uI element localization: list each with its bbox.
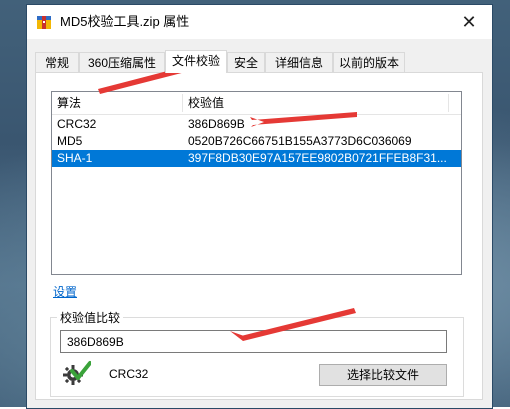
compare-input[interactable] [60,330,447,353]
tab-previous-versions[interactable]: 以前的版本 [333,52,405,72]
table-row[interactable]: CRC32 386D869B [52,116,461,133]
select-compare-file-button[interactable]: 选择比较文件 [319,364,447,386]
column-separator [448,94,449,112]
properties-dialog: MD5校验工具.zip 属性 ✕ 常规 360压缩属性 文件校验 安全 详细信息… [26,4,493,409]
compare-group: 校验值比较 CRC32 选择比较文件 [50,309,464,397]
settings-link[interactable]: 设置 [53,283,77,300]
window-title: MD5校验工具.zip 属性 [60,14,190,29]
list-header: 算法 校验值 [52,92,461,115]
match-algorithm-label: CRC32 [109,367,149,381]
close-icon: ✕ [461,11,477,33]
checksum-cell: 386D869B [188,117,245,131]
tab-file-checksum[interactable]: 文件校验 [165,50,227,73]
tab-strip: 常规 360压缩属性 文件校验 安全 详细信息 以前的版本 [35,50,485,73]
hash-list[interactable]: 算法 校验值 CRC32 386D869B MD5 0520B726C66751… [51,91,462,275]
table-row-selected[interactable]: SHA-1 397F8DB30E97A157EE9802B0721FFEB8F3… [52,150,461,167]
tab-security[interactable]: 安全 [227,52,265,72]
table-row[interactable]: MD5 0520B726C66751B155A3773D6C036069 [52,133,461,150]
algorithm-cell: MD5 [57,134,83,148]
checksum-cell: 397F8DB30E97A157EE9802B0721FFEB8F31... [188,151,447,165]
column-header-algorithm[interactable]: 算法 [52,92,182,114]
algorithm-cell: SHA-1 [57,151,93,165]
tab-details[interactable]: 详细信息 [265,52,333,72]
title-bar: MD5校验工具.zip 属性 ✕ [27,5,492,39]
zip-archive-icon [37,16,51,29]
checksum-cell: 0520B726C66751B155A3773D6C036069 [188,134,412,148]
column-header-checksum[interactable]: 校验值 [183,92,448,114]
tab-general[interactable]: 常规 [35,52,79,72]
close-button[interactable]: ✕ [446,5,492,39]
tab-panel: 算法 校验值 CRC32 386D869B MD5 0520B726C66751… [35,72,483,400]
algorithm-cell: CRC32 [57,117,97,131]
compare-group-title: 校验值比较 [57,309,124,326]
checksum-match-icon [63,361,91,385]
tab-360-compress[interactable]: 360压缩属性 [79,52,165,72]
